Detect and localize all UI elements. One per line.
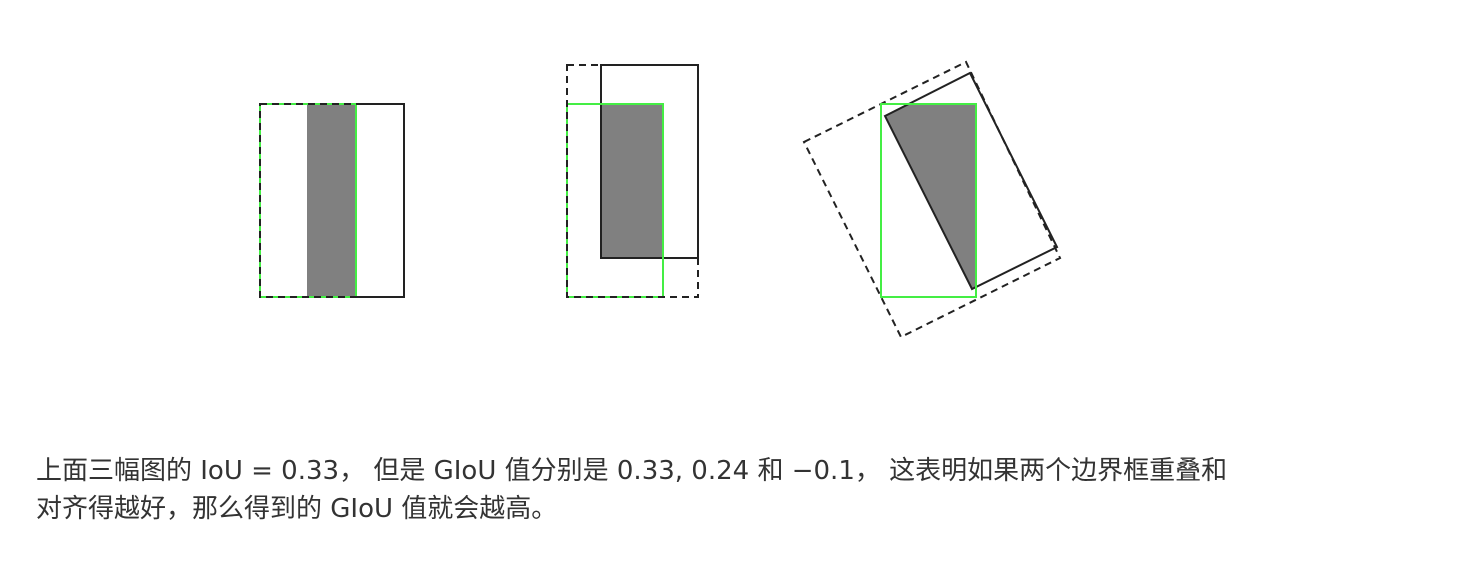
diagram-3 bbox=[802, 60, 1062, 339]
diagram-2 bbox=[566, 64, 699, 298]
intersection-area-1 bbox=[307, 104, 356, 297]
intersection-area-2 bbox=[601, 104, 663, 258]
giou-comparison-figure bbox=[259, 60, 1062, 339]
diagram-1 bbox=[259, 103, 405, 298]
intersection-area-3 bbox=[885, 104, 976, 289]
caption-line-2: 对齐得越好，那么得到的 GIoU 值就会越高。 bbox=[36, 494, 558, 524]
caption-line-1: 上面三幅图的 IoU = 0.33， 但是 GIoU 值分别是 0.33, 0.… bbox=[36, 456, 1228, 486]
caption-paragraph: 上面三幅图的 IoU = 0.33， 但是 GIoU 值分别是 0.33, 0.… bbox=[36, 452, 1436, 528]
